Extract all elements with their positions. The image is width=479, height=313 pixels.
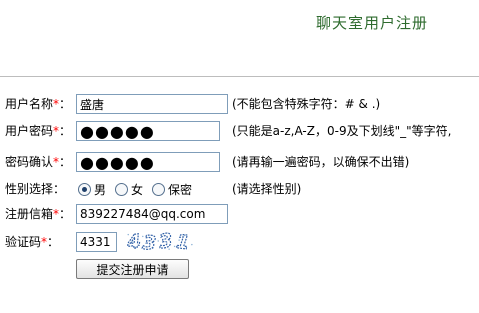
captcha-input[interactable] bbox=[76, 232, 117, 252]
captcha-char: 3 bbox=[157, 231, 173, 251]
confirm-label: 密码确认*： bbox=[5, 155, 72, 169]
radio-button[interactable] bbox=[152, 182, 166, 196]
username-input[interactable] bbox=[76, 94, 228, 114]
captcha-char: 1 bbox=[175, 231, 191, 251]
username-hint: (不能包含特殊字符：# & .) bbox=[232, 97, 381, 111]
confirm-row: 密码确认*： (请再输一遍密码，以确保不出错) bbox=[0, 150, 479, 174]
captcha-label: 验证码*： bbox=[5, 235, 60, 249]
gender-option-male[interactable]: 男 bbox=[78, 181, 106, 198]
captcha-char: 4 bbox=[125, 231, 142, 251]
captcha-char: 3 bbox=[142, 231, 157, 251]
gender-radio-group: 男 女 保密 bbox=[78, 177, 201, 201]
page-title: 聊天室用户注册 bbox=[316, 14, 429, 32]
email-label: 注册信箱*： bbox=[5, 207, 72, 221]
radio-button[interactable] bbox=[115, 182, 129, 196]
password-hint: (只能是a-z,A-Z，0-9及下划线"_"等字符, bbox=[232, 124, 452, 138]
email-input[interactable] bbox=[76, 204, 228, 224]
submit-registration-button[interactable]: 提交注册申请 bbox=[76, 259, 189, 279]
confirm-password-input[interactable] bbox=[76, 152, 220, 172]
username-label: 用户名称*： bbox=[5, 97, 72, 111]
radio-button[interactable] bbox=[78, 182, 91, 196]
gender-row: 性别选择： 男 女 保密 (请选择性别) bbox=[0, 177, 479, 201]
header-divider bbox=[0, 76, 479, 77]
confirm-hint: (请再输一遍密码，以确保不出错) bbox=[232, 155, 410, 169]
gender-label: 性别选择： bbox=[5, 182, 66, 196]
gender-option-secret[interactable]: 保密 bbox=[152, 181, 192, 198]
password-label: 用户密码*： bbox=[5, 124, 72, 138]
captcha-image[interactable]: 4 3 3 1 bbox=[121, 231, 200, 251]
gender-hint: (请选择性别) bbox=[232, 182, 302, 196]
email-row: 注册信箱*： bbox=[0, 202, 479, 226]
password-input[interactable] bbox=[76, 121, 220, 141]
username-row: 用户名称*： (不能包含特殊字符：# & .) bbox=[0, 92, 479, 116]
gender-option-female[interactable]: 女 bbox=[115, 181, 143, 198]
captcha-row: 验证码*： 4 3 3 1 bbox=[0, 230, 479, 254]
password-row: 用户密码*： (只能是a-z,A-Z，0-9及下划线"_"等字符, bbox=[0, 119, 479, 143]
